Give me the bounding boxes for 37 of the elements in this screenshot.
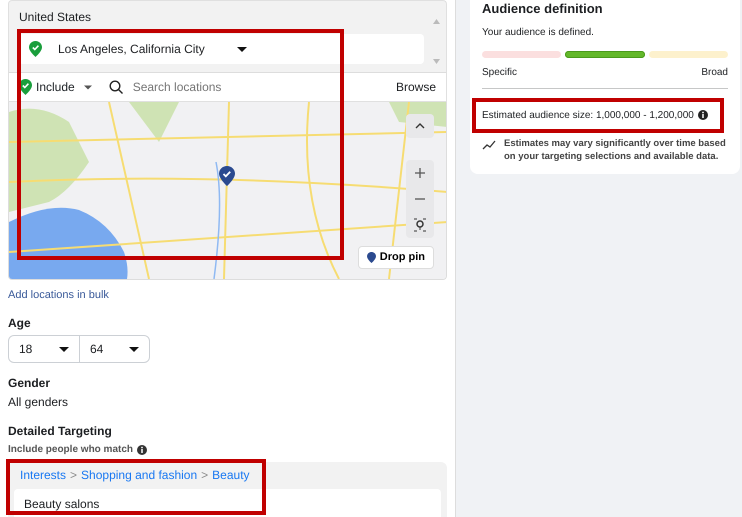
breadcrumb-link[interactable]: Shopping and fashion [81,467,198,484]
chevron-up-icon [415,122,425,129]
targeting-item: Beauty salons [14,489,441,517]
caret-icon [236,46,247,52]
locate-icon [413,218,427,232]
collapse-map-button[interactable] [406,114,434,138]
location-row[interactable]: Los Angeles, California City [19,34,424,64]
specific-label: Specific [482,66,518,80]
breadcrumb-separator: > [70,467,78,484]
country-label: United States [19,9,92,26]
pin-icon [366,252,376,264]
info-icon[interactable] [698,110,708,120]
breadcrumb-link[interactable]: Beauty [212,467,250,484]
location-name: Los Angeles, California City [58,41,205,58]
estimate-note: Estimates may vary significantly over time based on your targeting selections and available data. [504,138,727,164]
browse-link[interactable]: Browse [396,79,436,96]
drop-pin-button[interactable]: Drop pin [358,246,434,270]
location-search-field[interactable]: Include Search locations Browse [8,72,447,102]
breadcrumb-separator: > [201,467,208,484]
include-hint: Include people who match [8,442,134,456]
detailed-targeting-label: Detailed Targeting [8,422,113,439]
trend-chart-icon [482,140,496,150]
search-icon [108,80,123,94]
pin-check-icon [19,79,32,96]
audience-title: Audience definition [482,0,604,18]
plus-icon [415,168,425,178]
audience-size: Estimated audience size: 1,000,000 - 1,200,000 [482,108,694,122]
include-dropdown[interactable]: Include [19,78,93,96]
audience-status: Your audience is defined. [482,26,595,40]
bulk-locations-link[interactable]: Add locations in bulk [8,288,109,304]
age-label: Age [8,315,32,332]
broad-label: Broad [701,66,728,80]
map-drawing[interactable] [9,102,446,280]
breadcrumb-link[interactable]: Interests [20,467,66,484]
info-icon[interactable] [137,444,148,455]
gender-value: All genders [8,394,70,411]
gender-label: Gender [8,375,52,392]
